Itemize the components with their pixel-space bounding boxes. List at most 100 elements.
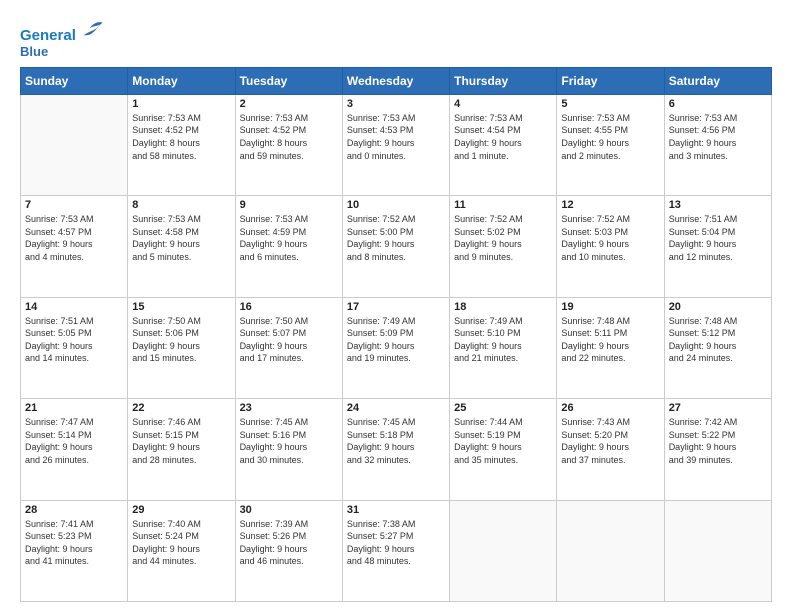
day-number: 11	[454, 199, 552, 211]
day-info: Sunrise: 7:52 AM Sunset: 5:00 PM Dayligh…	[347, 213, 445, 263]
calendar-cell: 16 Sunrise: 7:50 AM Sunset: 5:07 PM Dayli…	[235, 297, 342, 398]
calendar-cell: 25 Sunrise: 7:44 AM Sunset: 5:19 PM Dayli…	[450, 399, 557, 500]
day-number: 2	[240, 98, 338, 110]
calendar-cell: 27Sunrise: 7:42 AM Sunset: 5:22 PM Dayli…	[664, 399, 771, 500]
day-info: Sunrise: 7:40 AM Sunset: 5:24 PM Dayligh…	[132, 518, 230, 568]
logo-blue: Blue	[20, 45, 104, 59]
logo-bird-icon	[82, 18, 104, 40]
day-info: Sunrise: 7:53 AM Sunset: 4:55 PM Dayligh…	[561, 112, 659, 162]
day-number: 30	[240, 504, 338, 516]
day-info: Sunrise: 7:46 AM Sunset: 5:15 PM Dayligh…	[132, 416, 230, 466]
day-info: Sunrise: 7:49 AM Sunset: 5:09 PM Dayligh…	[347, 315, 445, 365]
weekday-thursday: Thursday	[450, 67, 557, 94]
day-number: 26	[561, 402, 659, 414]
calendar-cell: 21Sunrise: 7:47 AM Sunset: 5:14 PM Dayli…	[21, 399, 128, 500]
day-number: 8	[132, 199, 230, 211]
day-number: 18	[454, 301, 552, 313]
day-info: Sunrise: 7:45 AM Sunset: 5:16 PM Dayligh…	[240, 416, 338, 466]
logo: General Blue	[20, 18, 104, 59]
day-number: 7	[25, 199, 123, 211]
calendar-cell	[450, 500, 557, 601]
day-number: 25	[454, 402, 552, 414]
day-number: 3	[347, 98, 445, 110]
day-number: 4	[454, 98, 552, 110]
day-info: Sunrise: 7:50 AM Sunset: 5:07 PM Dayligh…	[240, 315, 338, 365]
calendar-cell: 3Sunrise: 7:53 AM Sunset: 4:53 PM Daylig…	[342, 94, 449, 195]
day-info: Sunrise: 7:45 AM Sunset: 5:18 PM Dayligh…	[347, 416, 445, 466]
day-info: Sunrise: 7:52 AM Sunset: 5:03 PM Dayligh…	[561, 213, 659, 263]
calendar-cell	[664, 500, 771, 601]
weekday-tuesday: Tuesday	[235, 67, 342, 94]
calendar-cell: 26 Sunrise: 7:43 AM Sunset: 5:20 PM Dayli…	[557, 399, 664, 500]
weekday-monday: Monday	[128, 67, 235, 94]
header: General Blue	[20, 18, 772, 59]
day-info: Sunrise: 7:53 AM Sunset: 4:56 PM Dayligh…	[669, 112, 767, 162]
day-info: Sunrise: 7:47 AM Sunset: 5:14 PM Dayligh…	[25, 416, 123, 466]
calendar-cell: 17 Sunrise: 7:49 AM Sunset: 5:09 PM Dayli…	[342, 297, 449, 398]
week-row-2: 7 Sunrise: 7:53 AM Sunset: 4:57 PM Daylig…	[21, 196, 772, 297]
day-info: Sunrise: 7:53 AM Sunset: 4:54 PM Dayligh…	[454, 112, 552, 162]
calendar-table: SundayMondayTuesdayWednesdayThursdayFrid…	[20, 67, 772, 602]
day-info: Sunrise: 7:48 AM Sunset: 5:12 PM Dayligh…	[669, 315, 767, 365]
day-number: 29	[132, 504, 230, 516]
day-info: Sunrise: 7:43 AM Sunset: 5:20 PM Dayligh…	[561, 416, 659, 466]
calendar-cell: 20 Sunrise: 7:48 AM Sunset: 5:12 PM Dayli…	[664, 297, 771, 398]
weekday-friday: Friday	[557, 67, 664, 94]
day-number: 15	[132, 301, 230, 313]
day-info: Sunrise: 7:53 AM Sunset: 4:58 PM Dayligh…	[132, 213, 230, 263]
calendar-cell: 24 Sunrise: 7:45 AM Sunset: 5:18 PM Dayli…	[342, 399, 449, 500]
calendar-cell: 11Sunrise: 7:52 AM Sunset: 5:02 PM Dayli…	[450, 196, 557, 297]
calendar-cell: 18Sunrise: 7:49 AM Sunset: 5:10 PM Dayli…	[450, 297, 557, 398]
day-number: 16	[240, 301, 338, 313]
day-number: 20	[669, 301, 767, 313]
calendar-cell: 8 Sunrise: 7:53 AM Sunset: 4:58 PM Daylig…	[128, 196, 235, 297]
calendar-cell: 31Sunrise: 7:38 AM Sunset: 5:27 PM Dayli…	[342, 500, 449, 601]
calendar-cell: 10 Sunrise: 7:52 AM Sunset: 5:00 PM Dayli…	[342, 196, 449, 297]
day-number: 13	[669, 199, 767, 211]
day-number: 28	[25, 504, 123, 516]
day-info: Sunrise: 7:42 AM Sunset: 5:22 PM Dayligh…	[669, 416, 767, 466]
calendar-cell: 7 Sunrise: 7:53 AM Sunset: 4:57 PM Daylig…	[21, 196, 128, 297]
day-info: Sunrise: 7:51 AM Sunset: 5:05 PM Dayligh…	[25, 315, 123, 365]
calendar-cell: 6Sunrise: 7:53 AM Sunset: 4:56 PM Daylig…	[664, 94, 771, 195]
day-number: 12	[561, 199, 659, 211]
day-info: Sunrise: 7:53 AM Sunset: 4:52 PM Dayligh…	[240, 112, 338, 162]
calendar-cell: 23Sunrise: 7:45 AM Sunset: 5:16 PM Dayli…	[235, 399, 342, 500]
day-number: 1	[132, 98, 230, 110]
calendar-cell: 1 Sunrise: 7:53 AM Sunset: 4:52 PM Daylig…	[128, 94, 235, 195]
day-number: 5	[561, 98, 659, 110]
logo-general: General	[20, 27, 76, 44]
calendar-cell: 19Sunrise: 7:48 AM Sunset: 5:11 PM Dayli…	[557, 297, 664, 398]
day-number: 31	[347, 504, 445, 516]
calendar-cell: 29 Sunrise: 7:40 AM Sunset: 5:24 PM Dayli…	[128, 500, 235, 601]
calendar-cell: 28 Sunrise: 7:41 AM Sunset: 5:23 PM Dayli…	[21, 500, 128, 601]
day-info: Sunrise: 7:53 AM Sunset: 4:52 PM Dayligh…	[132, 112, 230, 162]
day-info: Sunrise: 7:53 AM Sunset: 4:57 PM Dayligh…	[25, 213, 123, 263]
weekday-header-row: SundayMondayTuesdayWednesdayThursdayFrid…	[21, 67, 772, 94]
day-number: 22	[132, 402, 230, 414]
calendar-cell: 22 Sunrise: 7:46 AM Sunset: 5:15 PM Dayli…	[128, 399, 235, 500]
week-row-3: 14 Sunrise: 7:51 AM Sunset: 5:05 PM Dayli…	[21, 297, 772, 398]
day-info: Sunrise: 7:50 AM Sunset: 5:06 PM Dayligh…	[132, 315, 230, 365]
page: General Blue SundayMondayTuesdayWednesda…	[0, 0, 792, 612]
calendar-cell	[21, 94, 128, 195]
logo-text: General	[20, 18, 104, 45]
day-info: Sunrise: 7:48 AM Sunset: 5:11 PM Dayligh…	[561, 315, 659, 365]
day-number: 9	[240, 199, 338, 211]
day-number: 14	[25, 301, 123, 313]
day-number: 24	[347, 402, 445, 414]
day-info: Sunrise: 7:44 AM Sunset: 5:19 PM Dayligh…	[454, 416, 552, 466]
day-number: 10	[347, 199, 445, 211]
calendar-cell: 12 Sunrise: 7:52 AM Sunset: 5:03 PM Dayli…	[557, 196, 664, 297]
calendar-cell	[557, 500, 664, 601]
day-info: Sunrise: 7:53 AM Sunset: 4:59 PM Dayligh…	[240, 213, 338, 263]
day-number: 17	[347, 301, 445, 313]
calendar-cell: 14 Sunrise: 7:51 AM Sunset: 5:05 PM Dayli…	[21, 297, 128, 398]
week-row-4: 21Sunrise: 7:47 AM Sunset: 5:14 PM Dayli…	[21, 399, 772, 500]
week-row-5: 28 Sunrise: 7:41 AM Sunset: 5:23 PM Dayli…	[21, 500, 772, 601]
calendar-cell: 4 Sunrise: 7:53 AM Sunset: 4:54 PM Daylig…	[450, 94, 557, 195]
calendar-cell: 30Sunrise: 7:39 AM Sunset: 5:26 PM Dayli…	[235, 500, 342, 601]
day-info: Sunrise: 7:41 AM Sunset: 5:23 PM Dayligh…	[25, 518, 123, 568]
calendar-cell: 2 Sunrise: 7:53 AM Sunset: 4:52 PM Daylig…	[235, 94, 342, 195]
weekday-saturday: Saturday	[664, 67, 771, 94]
